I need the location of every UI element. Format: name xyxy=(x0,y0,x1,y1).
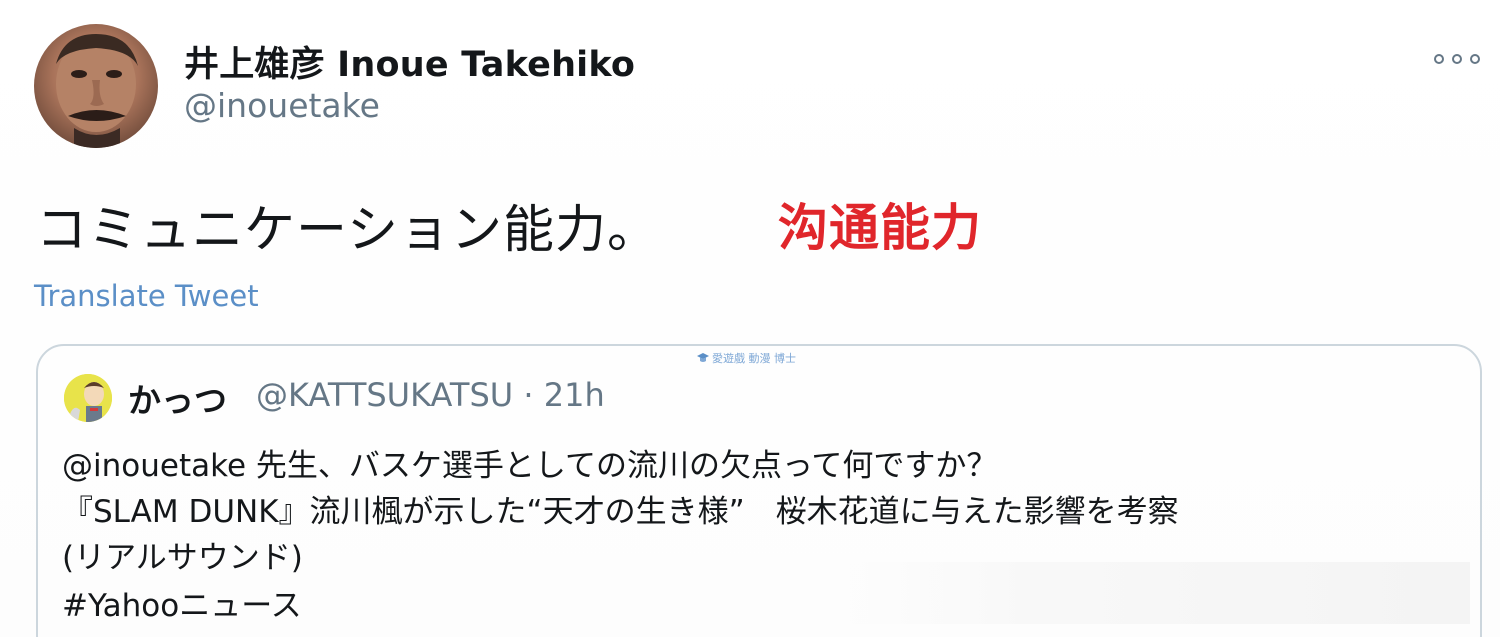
quoted-hashtag[interactable]: #Yahooニュース xyxy=(62,580,302,625)
quoted-text-line: @inouetake 先生、バスケ選手としての流川の欠点って何ですか？ xyxy=(62,448,998,484)
quoted-handle-time[interactable]: @KATTSUKATSU · 21h xyxy=(256,376,605,414)
more-dot-icon xyxy=(1434,54,1444,64)
tweet: 井上雄彦 Inoue Takehiko @inouetake コミュニケーション… xyxy=(0,0,1500,637)
quoted-text-line: 『SLAM DUNK』流川楓が示した“天才の生き様” 桜木花道に与えた影響を考察 xyxy=(62,494,1179,530)
more-dot-icon xyxy=(1452,54,1462,64)
translation-annotation: 沟通能力 xyxy=(778,199,982,257)
tweet-text: コミュニケーション能力。 xyxy=(36,201,659,260)
translate-tweet-link[interactable]: Translate Tweet xyxy=(34,279,259,313)
cartoon-avatar-icon xyxy=(64,374,112,422)
watermark: 愛遊戲 動漫 博士 xyxy=(697,350,796,366)
watermark-text: 愛遊戲 動漫 博士 xyxy=(712,352,796,365)
quoted-author-avatar[interactable] xyxy=(64,374,112,422)
graduation-cap-icon xyxy=(697,353,709,362)
face-icon xyxy=(56,34,138,148)
author-avatar[interactable] xyxy=(34,24,158,148)
author-handle[interactable]: @inouetake xyxy=(184,86,380,125)
more-dot-icon xyxy=(1470,54,1480,64)
quoted-display-name[interactable]: かっつ xyxy=(128,374,227,422)
faded-background-overlay xyxy=(840,562,1470,624)
author-display-name[interactable]: 井上雄彦 Inoue Takehiko xyxy=(184,36,635,87)
more-options-button[interactable] xyxy=(1434,46,1480,72)
quoted-text-line: (リアルサウンド) xyxy=(62,540,303,576)
